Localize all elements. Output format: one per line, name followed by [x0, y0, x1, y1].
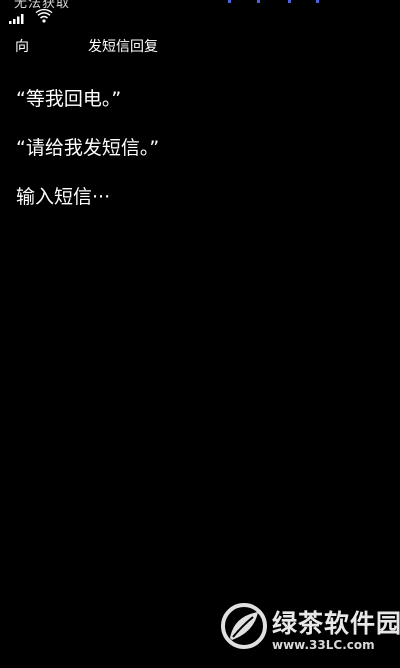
watermark-name: 绿茶软件园 [272, 609, 400, 638]
status-bar: 无法获取 [0, 0, 400, 30]
page-title: 发短信回复 [88, 39, 158, 55]
reply-option-type-message[interactable]: 输入短信··· [16, 184, 386, 210]
recipient-prefix-label: 向 [15, 39, 29, 55]
header: 向 发短信回复 [0, 36, 400, 58]
watermark: 绿茶软件园 www.33LC.com [220, 598, 400, 668]
signal-bars-icon [9, 14, 24, 24]
watermark-url: www.33LC.com [272, 638, 375, 652]
top-indicator-dot [228, 0, 231, 3]
leaf-logo-icon [221, 603, 267, 649]
wifi-icon [35, 8, 53, 23]
top-indicator-dot [288, 0, 291, 3]
reply-option-call-back[interactable]: “等我回电。” [16, 86, 386, 112]
top-indicator-dot [257, 0, 260, 3]
reply-option-send-text[interactable]: “请给我发短信。” [16, 135, 386, 161]
reply-options-list: “等我回电。” “请给我发短信。” 输入短信··· [16, 86, 386, 233]
top-indicator-dot [316, 0, 319, 3]
